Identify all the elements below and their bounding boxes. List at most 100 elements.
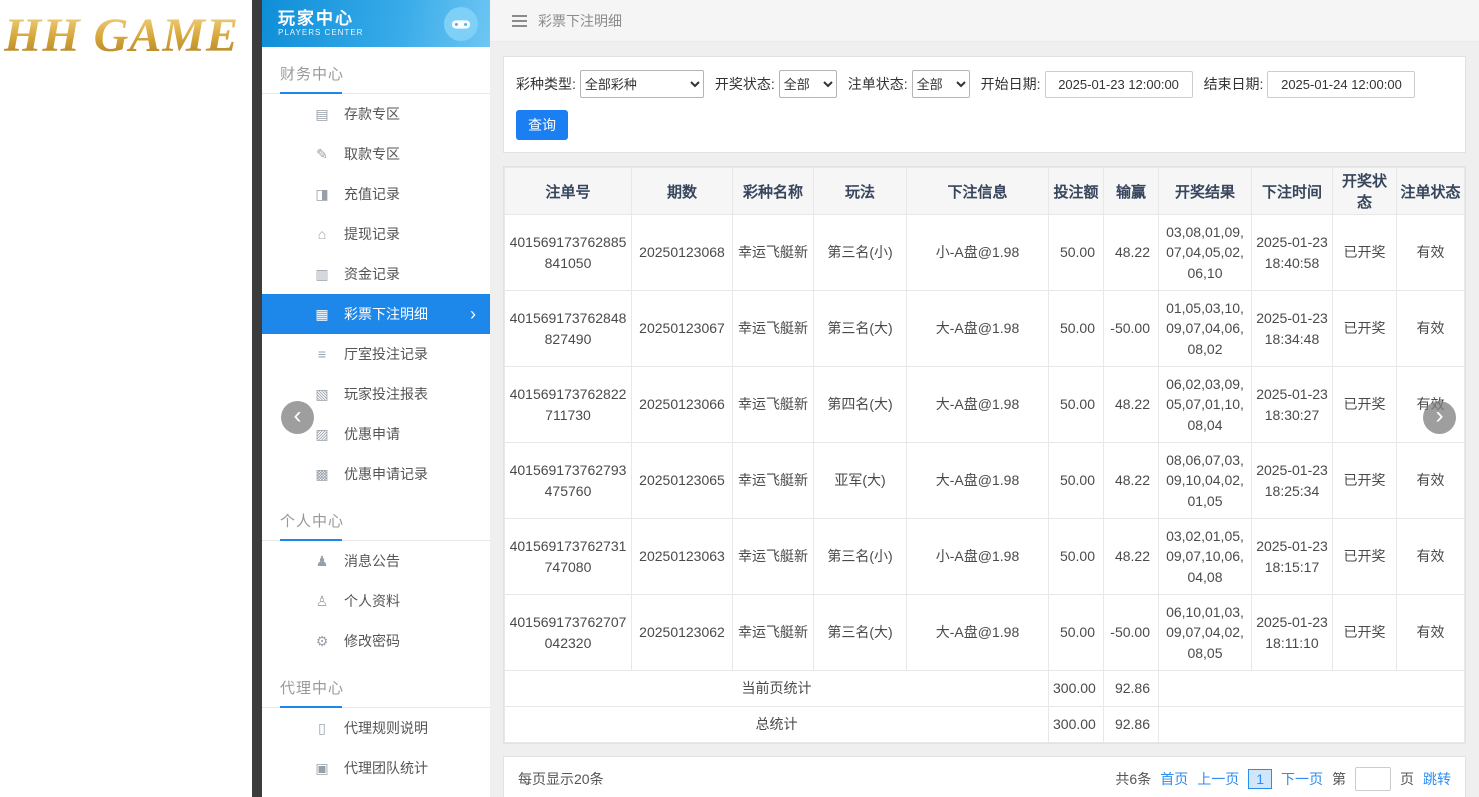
sidebar-item-label: 优惠申请记录 bbox=[344, 464, 428, 484]
sidebar-item-withdraw-zone[interactable]: ✎取款专区 bbox=[262, 134, 490, 174]
sidebar-item-label: 代理规则说明 bbox=[344, 718, 428, 738]
order-status-select[interactable]: 全部 bbox=[912, 70, 970, 98]
column-header-issue: 期数 bbox=[632, 168, 733, 215]
menu-section-header: 个人中心 bbox=[262, 494, 490, 541]
table-row: 40156917376288584105020250123068幸运飞艇新第三名… bbox=[505, 215, 1465, 291]
cell-bet-time: 2025-01-23 18:15:17 bbox=[1252, 519, 1333, 595]
start-date-input[interactable] bbox=[1045, 71, 1193, 98]
column-header-play: 玩法 bbox=[814, 168, 907, 215]
sidebar-item-deposit-zone[interactable]: ▤存款专区 bbox=[262, 94, 490, 134]
profile-icon: ♙ bbox=[314, 593, 330, 610]
message-icon: ♟ bbox=[314, 553, 330, 570]
draw-status-select[interactable]: 全部 bbox=[779, 70, 837, 98]
end-date-input[interactable] bbox=[1267, 71, 1415, 98]
gamepad-icon bbox=[444, 7, 478, 41]
sidebar-item-label: 个人资料 bbox=[344, 591, 400, 611]
prev-page-link[interactable]: 上一页 bbox=[1197, 769, 1239, 789]
cell-order-status: 有效 bbox=[1397, 215, 1465, 291]
menu-section-label: 代理中心 bbox=[280, 680, 344, 697]
sidebar-item-label: 优惠申请 bbox=[344, 424, 400, 444]
cell-order-no: 401569173762848827490 bbox=[505, 291, 632, 367]
rules-icon: ▯ bbox=[314, 720, 330, 737]
search-button[interactable]: 查询 bbox=[516, 110, 568, 140]
sidebar-item-lottery-bet-details[interactable]: ▦ 彩票下注明细 › bbox=[262, 294, 490, 334]
next-page-link[interactable]: 下一页 bbox=[1281, 769, 1323, 789]
table-row: 40156917376279347576020250123065幸运飞艇新亚军(… bbox=[505, 443, 1465, 519]
sidebar-item-personal-profile[interactable]: ♙ 个人资料 bbox=[262, 581, 490, 621]
sidebar-item-recharge-records[interactable]: ◨ 充值记录 bbox=[262, 174, 490, 214]
order-status-filter: 注单状态: 全部 bbox=[848, 70, 970, 98]
column-header-draw-status: 开奖状态 bbox=[1333, 168, 1397, 215]
sidebar-title-block: 玩家中心 PLAYERS CENTER bbox=[278, 10, 363, 38]
summary-bet-total: 300.00 bbox=[1049, 707, 1104, 743]
cell-play: 第四名(大) bbox=[814, 367, 907, 443]
sidebar-header: 玩家中心 PLAYERS CENTER bbox=[262, 0, 490, 47]
cell-bet-amount: 50.00 bbox=[1049, 443, 1104, 519]
page-title: 彩票下注明细 bbox=[538, 11, 622, 31]
cell-play: 亚军(大) bbox=[814, 443, 907, 519]
page-size-text: 每页显示20条 bbox=[518, 769, 604, 789]
sidebar-item-promo-apply-records[interactable]: ▩优惠申请记录 bbox=[262, 454, 490, 494]
column-header-lottery-name: 彩种名称 bbox=[733, 168, 814, 215]
sidebar-item-label: 彩票下注明细 bbox=[344, 304, 428, 324]
sidebar-item-label: 充值记录 bbox=[344, 184, 400, 204]
cell-bet-time: 2025-01-23 18:11:10 bbox=[1252, 595, 1333, 671]
cell-bet-info: 大-A盘@1.98 bbox=[907, 443, 1049, 519]
sidebar-item-label: 厅室投注记录 bbox=[344, 344, 428, 364]
jump-page-input[interactable] bbox=[1355, 767, 1391, 791]
table-row: 40156917376270704232020250123062幸运飞艇新第三名… bbox=[505, 595, 1465, 671]
column-header-order-status: 注单状态 bbox=[1397, 168, 1465, 215]
sidebar-item-label: 存款专区 bbox=[344, 104, 400, 124]
cell-draw-status: 已开奖 bbox=[1333, 519, 1397, 595]
sidebar-item-label: 提现记录 bbox=[344, 224, 400, 244]
lottery-bet-icon: ▦ bbox=[314, 306, 330, 323]
table-row: 40156917376273174708020250123063幸运飞艇新第三名… bbox=[505, 519, 1465, 595]
summary-row-grand-total: 总统计 300.00 92.86 bbox=[505, 707, 1465, 743]
sidebar-item-message-announcements[interactable]: ♟消息公告 bbox=[262, 541, 490, 581]
cell-lottery-name: 幸运飞艇新 bbox=[733, 215, 814, 291]
first-page-link[interactable]: 首页 bbox=[1160, 769, 1188, 789]
table-header-row: 注单号期数彩种名称玩法下注信息投注额输赢开奖结果下注时间开奖状态注单状态 bbox=[505, 168, 1465, 215]
lottery-type-filter: 彩种类型: 全部彩种 bbox=[516, 70, 704, 98]
brand-logo: HH GAME bbox=[4, 8, 252, 63]
carousel-right-arrow-icon[interactable]: › bbox=[1423, 401, 1456, 434]
current-page-indicator[interactable]: 1 bbox=[1248, 769, 1272, 789]
sidebar-item-agent-team-stats[interactable]: ▣代理团队统计 bbox=[262, 748, 490, 788]
chevron-right-icon: › bbox=[470, 304, 476, 325]
recharge-icon: ◨ bbox=[314, 186, 330, 203]
summary-label: 总统计 bbox=[505, 707, 1049, 743]
table-body: 40156917376288584105020250123068幸运飞艇新第三名… bbox=[505, 215, 1465, 671]
cell-issue: 20250123067 bbox=[632, 291, 733, 367]
cell-order-no: 401569173762885841050 bbox=[505, 215, 632, 291]
menu-toggle-icon[interactable] bbox=[512, 15, 527, 27]
sidebar-item-hall-bet-records[interactable]: ≡厅室投注记录 bbox=[262, 334, 490, 374]
topbar: 彩票下注明细 bbox=[490, 0, 1479, 42]
players-center-title: 玩家中心 bbox=[278, 10, 363, 29]
sidebar-item-funds-records[interactable]: ▥资金记录 bbox=[262, 254, 490, 294]
sidebar-item-change-password[interactable]: ⚙修改密码 bbox=[262, 621, 490, 661]
sidebar-item-label: 玩家投注报表 bbox=[344, 384, 428, 404]
cell-order-status: 有效 bbox=[1397, 443, 1465, 519]
jump-button[interactable]: 跳转 bbox=[1423, 769, 1451, 789]
cell-issue: 20250123068 bbox=[632, 215, 733, 291]
cell-lottery-name: 幸运飞艇新 bbox=[733, 595, 814, 671]
cell-bet-time: 2025-01-23 18:25:34 bbox=[1252, 443, 1333, 519]
summary-empty bbox=[1159, 707, 1465, 743]
cell-issue: 20250123066 bbox=[632, 367, 733, 443]
cell-play: 第三名(小) bbox=[814, 519, 907, 595]
cell-win-loss: 48.22 bbox=[1104, 443, 1159, 519]
cell-order-status: 有效 bbox=[1397, 595, 1465, 671]
pagination-controls: 共6条 首页 上一页 1 下一页 第 页 跳转 bbox=[1115, 767, 1451, 791]
end-date-filter: 结束日期: bbox=[1204, 71, 1416, 98]
cell-bet-info: 大-A盘@1.98 bbox=[907, 291, 1049, 367]
cell-bet-amount: 50.00 bbox=[1049, 519, 1104, 595]
cell-win-loss: 48.22 bbox=[1104, 519, 1159, 595]
cell-order-no: 401569173762793475760 bbox=[505, 443, 632, 519]
lottery-type-select[interactable]: 全部彩种 bbox=[580, 70, 704, 98]
sidebar-item-withdrawal-records[interactable]: ⌂提现记录 bbox=[262, 214, 490, 254]
cell-play: 第三名(大) bbox=[814, 291, 907, 367]
carousel-left-arrow-icon[interactable]: ‹ bbox=[281, 401, 314, 434]
sidebar-item-agent-rules[interactable]: ▯ 代理规则说明 bbox=[262, 708, 490, 748]
summary-winloss-total: 92.86 bbox=[1104, 707, 1159, 743]
jump-prefix-label: 第 bbox=[1332, 769, 1346, 789]
